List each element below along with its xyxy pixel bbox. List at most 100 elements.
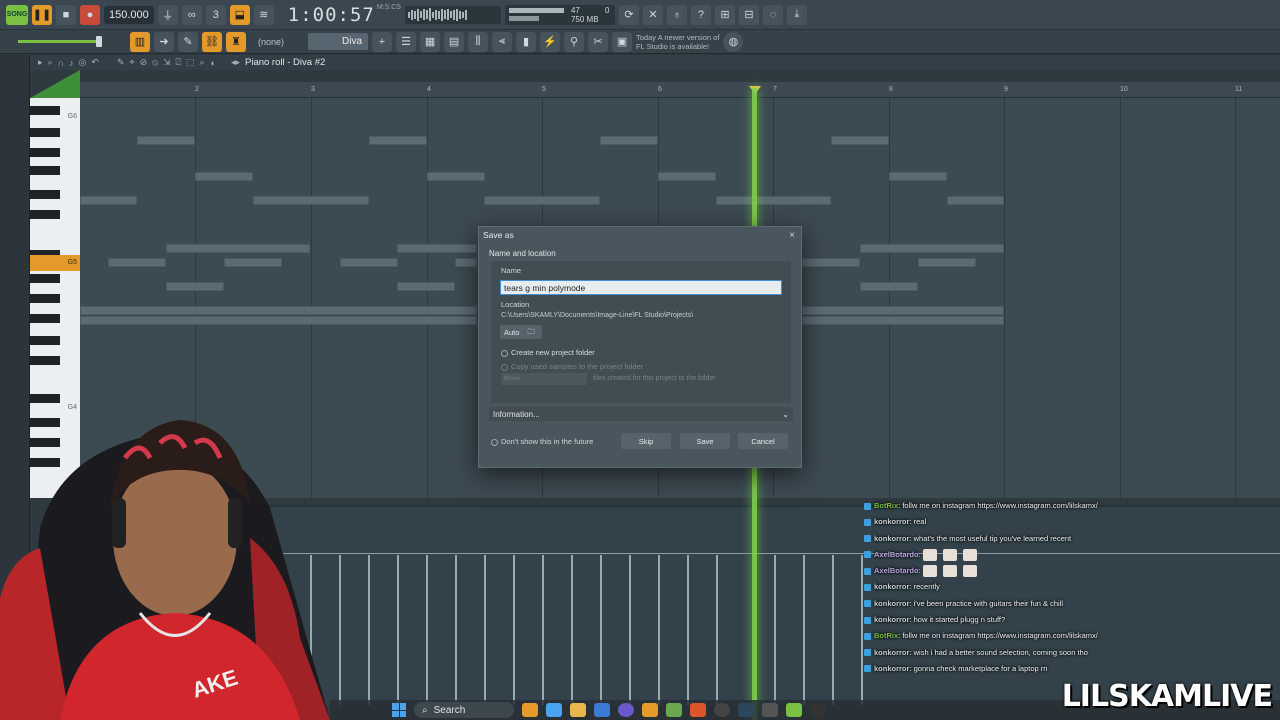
step-edit-button[interactable]: ⬓ [229, 4, 250, 25]
select-icon[interactable]: ⬚ [186, 57, 195, 68]
note[interactable] [716, 196, 831, 205]
black-key[interactable] [30, 166, 60, 175]
velocity-stem[interactable] [861, 555, 863, 705]
note[interactable] [80, 196, 137, 205]
velocity-stem[interactable] [832, 555, 834, 705]
velocity-stem[interactable] [513, 555, 515, 705]
fl-studio-2-taskbar-icon[interactable] [642, 703, 658, 717]
browser-button[interactable]: ⫷ [492, 31, 513, 52]
note[interactable] [600, 136, 658, 145]
mic-button[interactable]: ♁ [666, 4, 687, 25]
master-volume-slider[interactable] [18, 36, 102, 47]
pattern-selector[interactable]: Diva [308, 33, 369, 50]
plugin-picker-button[interactable]: ⚡ [540, 31, 561, 52]
play-button[interactable]: ❚❚ [32, 4, 52, 25]
note[interactable] [860, 244, 1004, 253]
blend-notes-button[interactable]: ≋ [253, 4, 274, 25]
velocity-stem[interactable] [339, 555, 341, 705]
black-key[interactable] [30, 314, 60, 323]
help-button[interactable]: ? [690, 4, 711, 25]
news-panel[interactable]: Today A newer version of FL Studio is av… [636, 33, 719, 51]
speaker-icon[interactable]: ◖ [210, 58, 215, 68]
taskbar-search[interactable]: ⌕ Search [414, 702, 514, 718]
velocity-stem[interactable] [716, 555, 718, 705]
chat-username[interactable]: BotRix [874, 631, 898, 640]
plugin-button[interactable]: ▮ [516, 31, 537, 52]
note[interactable] [369, 136, 427, 145]
store-taskbar-icon[interactable] [594, 703, 610, 717]
note[interactable] [166, 282, 224, 291]
black-key[interactable] [30, 148, 60, 157]
velocity-stem[interactable] [600, 555, 602, 705]
note[interactable] [340, 258, 398, 267]
brush-icon[interactable]: ⌖ [130, 57, 135, 68]
mute-icon[interactable]: ⦸ [152, 57, 158, 68]
chat-username[interactable]: BotRix [874, 501, 898, 510]
zoom-icon[interactable]: ⌕ [199, 57, 204, 68]
move-files-button[interactable]: Move [501, 373, 587, 385]
audio-editor-button[interactable]: ✂ [588, 31, 609, 52]
note[interactable] [889, 172, 947, 181]
magnet-icon[interactable]: ∩ [58, 58, 64, 68]
note[interactable] [860, 282, 918, 291]
windows-start-icon[interactable] [392, 703, 406, 717]
timeline-ruler[interactable]: 2 3 4 5 6 7 8 9 10 11 [80, 82, 1280, 98]
app-taskbar-icon[interactable] [666, 703, 682, 717]
velocity-stem[interactable] [397, 555, 399, 705]
note[interactable] [658, 172, 716, 181]
record-loop-icon[interactable]: ◎ [79, 57, 87, 68]
time-display[interactable]: 1:00:57 M:S:CS [288, 4, 401, 26]
note[interactable] [918, 258, 976, 267]
note[interactable] [802, 258, 860, 267]
playlist-button[interactable]: ☰ [396, 31, 417, 52]
chat-username[interactable]: AxelBotardo [874, 550, 919, 559]
note[interactable] [397, 282, 455, 291]
black-key[interactable] [30, 294, 60, 303]
zoom-corner[interactable] [30, 70, 80, 98]
link-button[interactable]: ⛓ [202, 31, 222, 52]
online-status-button[interactable]: ◍ [723, 31, 744, 52]
velocity-stem[interactable] [484, 555, 486, 705]
piano-roll-mode-button[interactable]: ▥ [130, 31, 150, 52]
piano-roll-button[interactable]: ▦ [420, 31, 441, 52]
cancel-button[interactable]: Cancel [738, 433, 788, 449]
news-icon-button[interactable]: ▣ [612, 31, 633, 52]
skip-button[interactable]: Skip [621, 433, 671, 449]
touch-keyboard-button[interactable]: ⚲ [564, 31, 585, 52]
mixer-button[interactable]: ⊞ [714, 4, 735, 25]
note[interactable] [166, 244, 310, 253]
note[interactable] [224, 258, 282, 267]
velocity-stem[interactable] [571, 555, 573, 705]
note[interactable] [253, 196, 369, 205]
project-name-input[interactable]: tears g min polymode [500, 280, 782, 295]
note-icon[interactable]: ♪ [69, 58, 74, 68]
note[interactable] [195, 172, 253, 181]
tempo-display[interactable]: 150.000 [104, 5, 154, 24]
black-key[interactable] [30, 274, 60, 283]
pencil-icon-pr[interactable]: ✎ [117, 57, 125, 68]
velocity-stem[interactable] [426, 555, 428, 705]
note[interactable] [397, 244, 477, 253]
information-expander[interactable]: Information... ⌄ [489, 407, 793, 421]
chat-username[interactable]: AxelBotardo [874, 566, 919, 575]
velocity-stem[interactable] [687, 555, 689, 705]
countdown-button[interactable]: 3 [205, 4, 226, 25]
app-taskbar-icon[interactable] [810, 703, 826, 717]
copy-samples-option[interactable]: Copy used samples to the project folder [501, 362, 643, 371]
note[interactable] [802, 316, 1004, 325]
channel-rack-button[interactable]: ⊟ [738, 4, 759, 25]
chat-username[interactable]: konkorror [874, 664, 909, 673]
undo-icon[interactable]: ↶ [91, 57, 99, 68]
stamp-button[interactable]: ♜ [226, 31, 246, 52]
velocity-stem[interactable] [542, 555, 544, 705]
note[interactable] [80, 316, 477, 325]
note[interactable] [947, 196, 1004, 205]
copilot-taskbar-icon[interactable] [546, 703, 562, 717]
save-button[interactable]: Save [680, 433, 730, 449]
mixer-button-2[interactable]: ⫼ [468, 31, 489, 52]
black-key[interactable] [30, 128, 60, 137]
note[interactable] [455, 258, 477, 267]
note[interactable] [802, 306, 1004, 315]
note[interactable] [108, 258, 166, 267]
steam-taskbar-icon[interactable] [738, 703, 754, 717]
